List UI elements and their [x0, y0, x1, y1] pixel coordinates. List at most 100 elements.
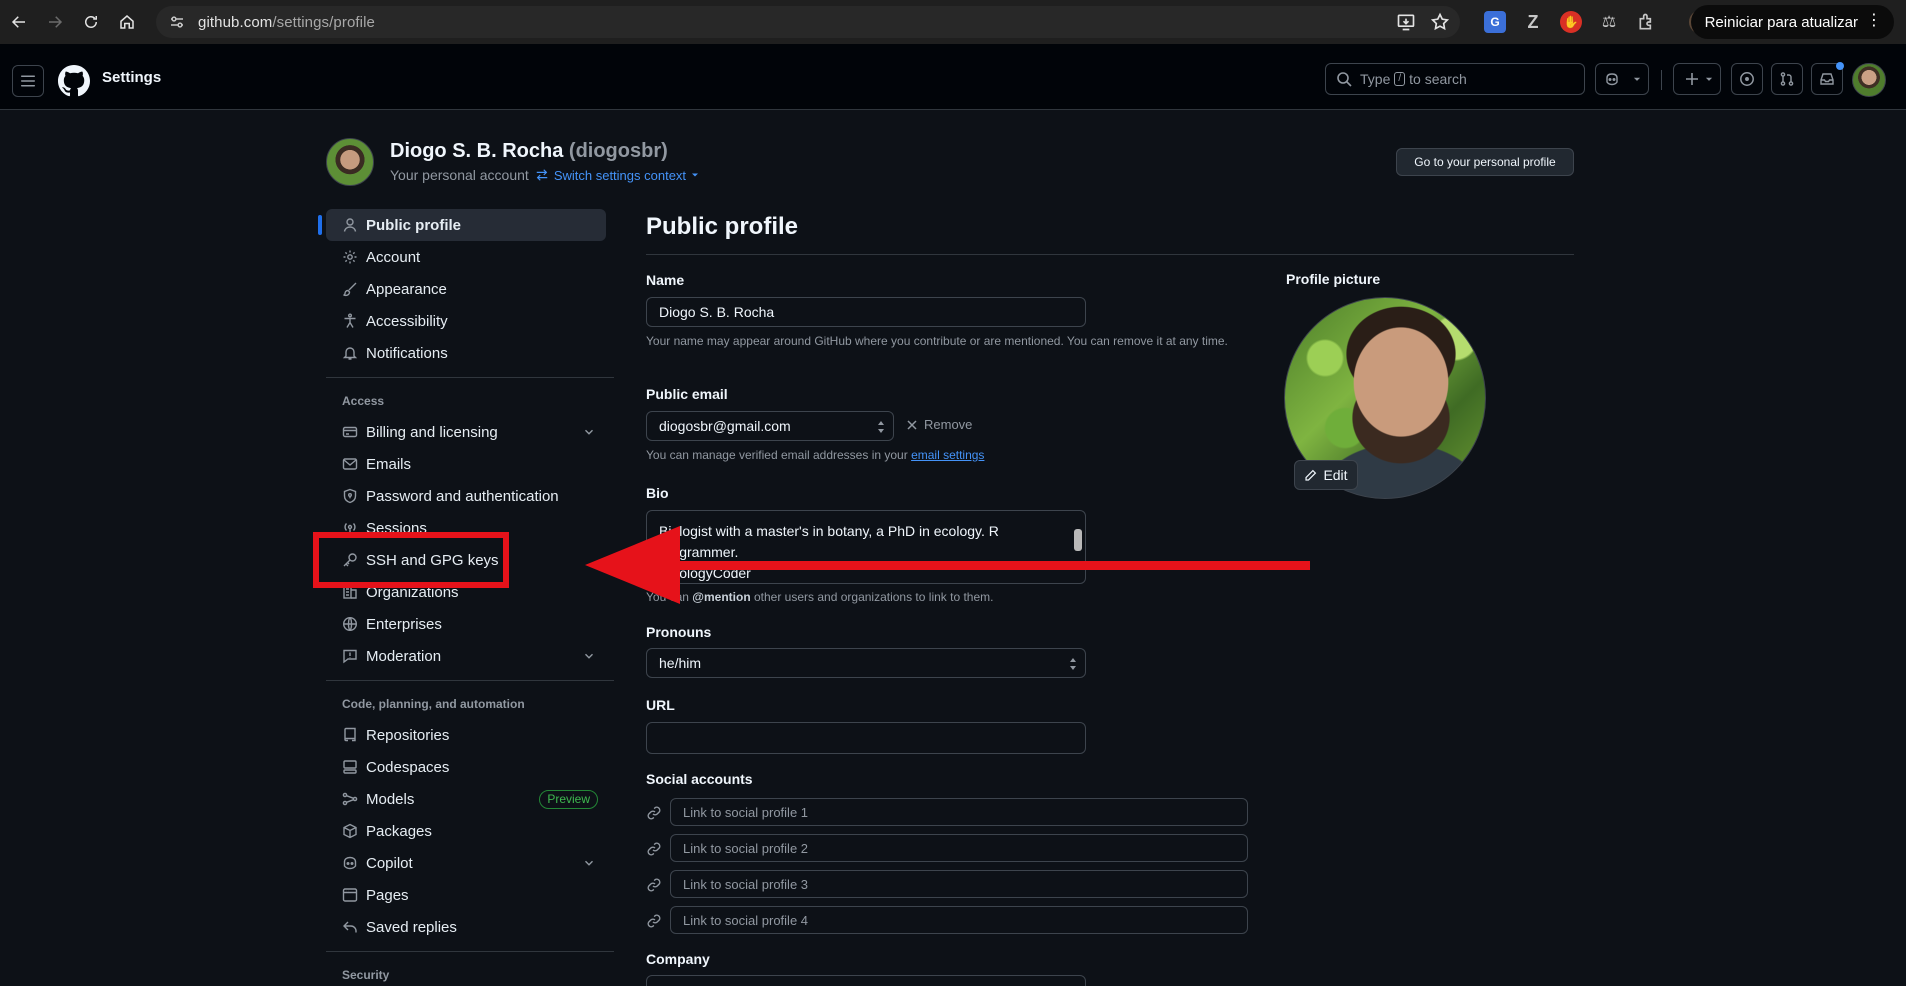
link-icon: [647, 914, 661, 928]
translate-extension-icon[interactable]: G: [1484, 11, 1506, 33]
bio-note: You can @mention other users and organiz…: [646, 590, 994, 604]
select-arrows-icon: [1070, 658, 1076, 670]
company-field[interactable]: [646, 975, 1086, 986]
public-email-label: Public email: [646, 386, 728, 402]
link-icon: [647, 842, 661, 856]
sidebar-item-password[interactable]: Password and authentication: [326, 480, 606, 512]
sidebar-item-repositories[interactable]: Repositories: [326, 719, 606, 751]
sidebar-item-saved-replies[interactable]: Saved replies: [326, 911, 606, 943]
social-profile-input-1[interactable]: Link to social profile 1: [670, 798, 1248, 826]
package-icon: [342, 823, 358, 839]
browser-toolbar: github.com/settings/profile G Z ✋ ⚖ Rein…: [0, 0, 1906, 44]
sidebar-item-emails[interactable]: Emails: [326, 448, 606, 480]
context-title[interactable]: Settings: [102, 69, 161, 86]
forward-icon[interactable]: [39, 6, 71, 38]
annotation-highlight-box: [313, 532, 509, 588]
git-pull-request-icon: [1780, 72, 1794, 86]
github-logo-icon[interactable]: [58, 65, 90, 97]
reload-icon[interactable]: [75, 6, 107, 38]
sidebar-item-codespaces[interactable]: Codespaces: [326, 751, 606, 783]
install-app-icon[interactable]: [1396, 12, 1416, 32]
account-avatar: [326, 138, 374, 186]
social-account-row: Link to social profile 1: [646, 798, 1248, 826]
extensions-bar: G Z ✋ ⚖: [1484, 11, 1658, 33]
sidebar-group-code: Code, planning, and automation: [342, 697, 525, 711]
chevron-down-icon: [585, 860, 593, 866]
sidebar-item-public-profile[interactable]: Public profile: [318, 209, 606, 241]
account-subtitle: Your personal account Switch settings co…: [390, 167, 699, 183]
sidebar-item-moderation[interactable]: Moderation: [326, 640, 606, 672]
chevron-down-icon: [585, 653, 593, 659]
social-profile-input-4[interactable]: Link to social profile 4: [670, 906, 1248, 934]
social-account-row: Link to social profile 2: [646, 834, 1248, 862]
public-email-select[interactable]: diogosbr@gmail.com: [646, 411, 894, 441]
plus-icon: [1686, 73, 1698, 85]
sidebar-item-accessibility[interactable]: Accessibility: [326, 305, 606, 337]
ai-model-icon: [342, 791, 358, 807]
pencil-icon: [1305, 469, 1317, 481]
account-name: Diogo S. B. Rocha (diogosbr): [390, 140, 668, 162]
bell-icon: [342, 345, 358, 361]
copilot-button[interactable]: [1595, 63, 1649, 95]
caret-down-icon: [692, 173, 699, 177]
puzzle-extensions-icon[interactable]: [1636, 11, 1658, 33]
address-bar[interactable]: github.com/settings/profile: [156, 6, 1460, 38]
more-menu-icon[interactable]: ⋮: [1866, 13, 1882, 29]
sidebar-item-appearance[interactable]: Appearance: [326, 273, 606, 305]
scholar-extension-icon[interactable]: ⚖: [1598, 11, 1620, 33]
name-note: Your name may appear around GitHub where…: [646, 334, 1228, 348]
name-label: Name: [646, 272, 685, 288]
hamburger-menu-icon[interactable]: [12, 65, 44, 97]
company-label: Company: [646, 951, 710, 967]
go-to-profile-button[interactable]: Go to your personal profile: [1396, 148, 1574, 176]
sidebar-item-enterprises[interactable]: Enterprises: [326, 608, 606, 640]
globe-icon: [342, 616, 358, 632]
zotero-extension-icon[interactable]: Z: [1522, 11, 1544, 33]
sidebar-divider: [326, 377, 614, 378]
site-info-icon[interactable]: [168, 13, 186, 31]
link-icon: [647, 878, 661, 892]
shield-lock-icon: [342, 488, 358, 504]
bio-textarea[interactable]: Biologist with a master's in botany, a P…: [646, 510, 1086, 584]
sidebar-group-security: Security: [342, 968, 390, 982]
hand-extension-icon[interactable]: ✋: [1560, 11, 1582, 33]
social-profile-input-3[interactable]: Link to social profile 3: [670, 870, 1248, 898]
x-icon: [907, 419, 917, 430]
name-field[interactable]: Diogo S. B. Rocha: [646, 297, 1086, 327]
pronouns-select[interactable]: he/him: [646, 648, 1086, 678]
header-divider: [1661, 70, 1662, 90]
remove-email-button[interactable]: Remove: [906, 417, 972, 432]
sidebar-item-copilot[interactable]: Copilot: [326, 847, 606, 879]
select-arrows-icon: [878, 421, 884, 433]
email-settings-link[interactable]: email settings: [911, 448, 984, 462]
edit-picture-button[interactable]: Edit: [1294, 460, 1358, 490]
search-input[interactable]: Type / to search: [1325, 63, 1585, 95]
sidebar-item-models[interactable]: Models Preview: [326, 783, 606, 815]
sidebar-item-pages[interactable]: Pages: [326, 879, 606, 911]
sidebar-item-account[interactable]: Account: [326, 241, 606, 273]
home-icon[interactable]: [111, 6, 143, 38]
report-icon: [342, 648, 358, 664]
create-new-button[interactable]: [1673, 63, 1721, 95]
switch-context-link[interactable]: Switch settings context: [535, 168, 699, 183]
sidebar-item-packages[interactable]: Packages: [326, 815, 606, 847]
sidebar-item-billing[interactable]: Billing and licensing: [326, 416, 606, 448]
social-profile-input-2[interactable]: Link to social profile 2: [670, 834, 1248, 862]
search-icon: [1337, 72, 1352, 87]
reply-icon: [342, 919, 358, 935]
github-header: Settings Type / to search: [0, 44, 1906, 110]
pull-requests-button[interactable]: [1771, 63, 1803, 95]
url-text: github.com/settings/profile: [198, 13, 375, 31]
update-chrome-button[interactable]: Reiniciar para atualizar ⋮: [1690, 5, 1894, 39]
url-field[interactable]: [646, 722, 1086, 754]
bio-scrollbar[interactable]: [1074, 529, 1082, 551]
gear-icon: [342, 249, 358, 265]
back-icon[interactable]: [3, 6, 35, 38]
arrow-switch-icon: [536, 169, 548, 181]
sidebar-item-notifications[interactable]: Notifications: [326, 337, 606, 369]
user-avatar[interactable]: [1852, 63, 1886, 97]
issues-button[interactable]: [1731, 63, 1763, 95]
repo-icon: [342, 727, 358, 743]
bookmark-star-icon[interactable]: [1430, 12, 1450, 32]
paintbrush-icon: [342, 281, 358, 297]
